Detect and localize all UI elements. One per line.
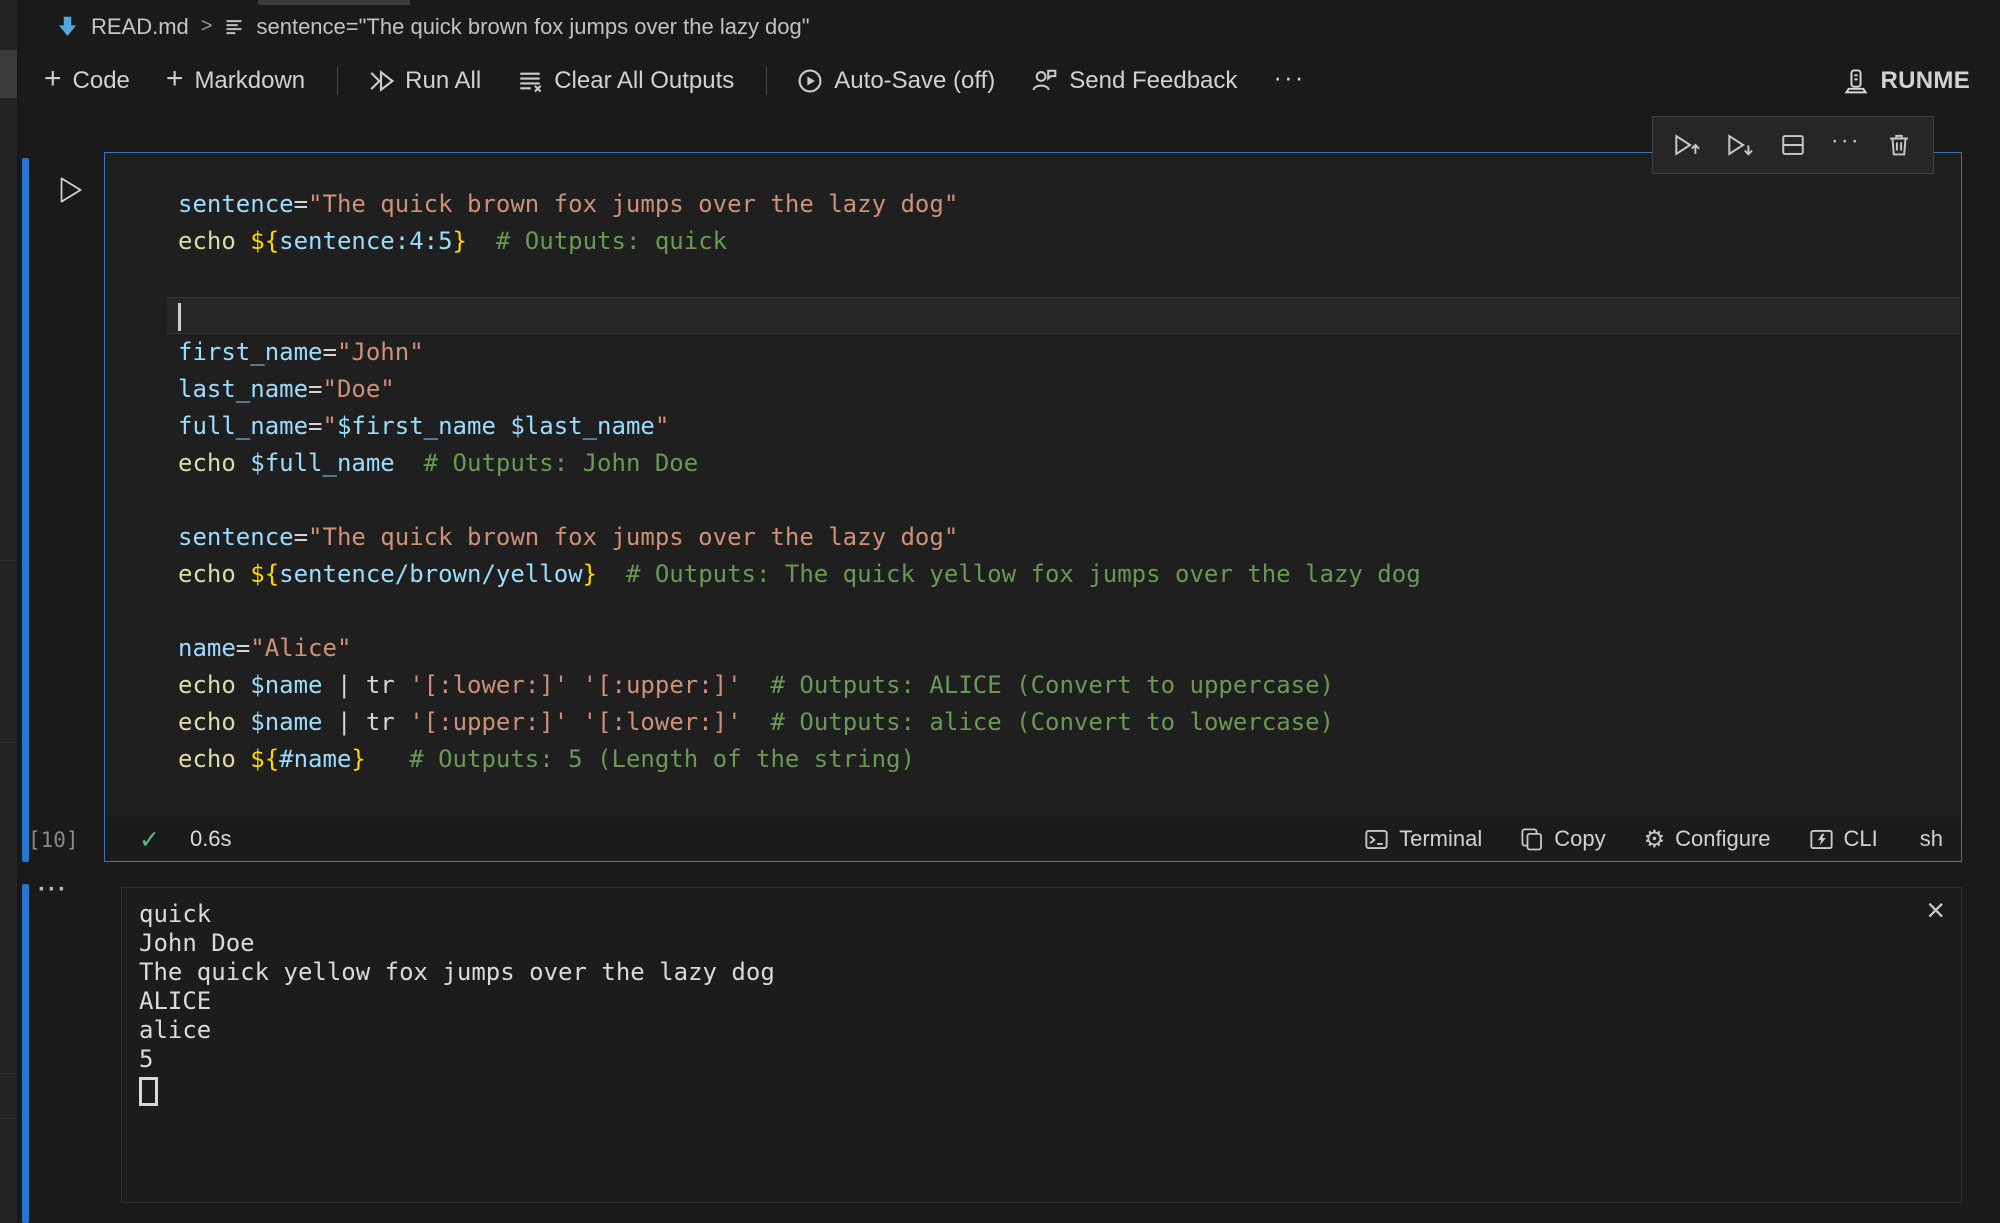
language-picker[interactable]: sh bbox=[1920, 826, 1943, 852]
cli-button[interactable]: CLI bbox=[1809, 826, 1878, 852]
cli-label: CLI bbox=[1844, 826, 1878, 852]
close-output-button[interactable]: × bbox=[1926, 894, 1945, 926]
execution-count: [10] bbox=[28, 828, 79, 852]
symbol-list-icon bbox=[224, 17, 244, 37]
copy-icon bbox=[1520, 827, 1544, 851]
toolbar-divider bbox=[766, 67, 767, 95]
run-all-icon bbox=[368, 68, 394, 94]
runme-logo-icon bbox=[1843, 68, 1869, 94]
configure-button[interactable]: ⚙ Configure bbox=[1644, 826, 1771, 852]
plus-icon: + bbox=[44, 64, 62, 94]
execute-above-button[interactable] bbox=[1667, 125, 1707, 165]
clear-outputs-icon bbox=[517, 68, 543, 94]
cell-status-bar: ✓ 0.6s Terminal bbox=[105, 817, 1961, 861]
auto-save-label: Auto-Save (off) bbox=[834, 67, 995, 95]
breadcrumb-separator: > bbox=[201, 15, 213, 38]
copy-button[interactable]: Copy bbox=[1520, 826, 1605, 852]
markdown-file-icon bbox=[56, 15, 79, 38]
output-line: ALICE bbox=[139, 987, 1961, 1016]
runme-notebook-window: READ.md > sentence="The quick brown fox … bbox=[0, 0, 2000, 1223]
execute-below-button[interactable] bbox=[1720, 125, 1760, 165]
add-code-cell-button[interactable]: + Code bbox=[44, 67, 130, 95]
configure-label: Configure bbox=[1675, 826, 1770, 852]
send-feedback-button[interactable]: Send Feedback bbox=[1031, 67, 1237, 95]
run-cell-button[interactable] bbox=[52, 172, 88, 208]
auto-save-icon bbox=[797, 68, 823, 94]
code-line[interactable]: full_name="$first_name $last_name" bbox=[167, 408, 1960, 445]
code-line[interactable]: name="Alice" bbox=[167, 630, 1960, 667]
code-line[interactable]: echo ${sentence:4:5} # Outputs: quick bbox=[167, 223, 1960, 260]
code-line[interactable]: echo $full_name # Outputs: John Doe bbox=[167, 445, 1960, 482]
left-gutter-strip bbox=[0, 0, 18, 1223]
clear-all-outputs-button[interactable]: Clear All Outputs bbox=[517, 67, 734, 95]
copy-label: Copy bbox=[1554, 826, 1605, 852]
code-line[interactable]: echo ${#name} # Outputs: 5 (Length of th… bbox=[167, 741, 1960, 778]
output-focus-bar bbox=[22, 884, 29, 1223]
code-editor[interactable]: sentence="The quick brown fox jumps over… bbox=[167, 153, 1960, 778]
gear-icon: ⚙ bbox=[1644, 827, 1666, 851]
toolbar-more-actions-button[interactable]: ··· bbox=[1273, 62, 1305, 93]
run-all-button[interactable]: Run All bbox=[368, 67, 481, 95]
code-line[interactable]: sentence="The quick brown fox jumps over… bbox=[167, 186, 1960, 223]
output-line: John Doe bbox=[139, 929, 1961, 958]
terminal-icon bbox=[1364, 827, 1389, 852]
auto-save-toggle[interactable]: Auto-Save (off) bbox=[797, 67, 995, 95]
breadcrumb-file-label: READ.md bbox=[91, 14, 189, 40]
terminal-label: Terminal bbox=[1399, 826, 1482, 852]
breadcrumb-symbol-label: sentence="The quick brown fox jumps over… bbox=[256, 14, 809, 40]
terminal-cursor bbox=[139, 1077, 158, 1106]
code-line[interactable]: echo $name | tr '[:upper:]' '[:lower:]' … bbox=[167, 704, 1960, 741]
status-actions: Terminal Copy ⚙ Configure bbox=[1364, 826, 1943, 852]
clear-outputs-label: Clear All Outputs bbox=[554, 67, 734, 95]
feedback-person-icon bbox=[1031, 67, 1058, 94]
breadcrumb-symbol[interactable]: sentence="The quick brown fox jumps over… bbox=[224, 14, 809, 40]
split-cell-button[interactable] bbox=[1773, 125, 1813, 165]
output-options-button[interactable]: ··· bbox=[38, 878, 68, 902]
cell-output: quickJohn DoeThe quick yellow fox jumps … bbox=[121, 887, 1962, 1203]
output-line: quick bbox=[139, 900, 1961, 929]
code-line[interactable] bbox=[167, 260, 1960, 297]
send-feedback-label: Send Feedback bbox=[1069, 67, 1237, 95]
toolbar-divider bbox=[337, 67, 338, 95]
cell-focus-bar bbox=[22, 158, 29, 862]
cell-hover-toolbar: ··· bbox=[1652, 116, 1934, 174]
code-line[interactable]: echo ${sentence/brown/yellow} # Outputs:… bbox=[167, 556, 1960, 593]
cli-icon bbox=[1809, 827, 1834, 852]
execution-duration: 0.6s bbox=[190, 826, 232, 852]
gutter-divider bbox=[0, 1118, 17, 1119]
code-line[interactable]: sentence="The quick brown fox jumps over… bbox=[167, 519, 1960, 556]
text-cursor bbox=[178, 303, 181, 331]
gutter-divider bbox=[0, 560, 17, 561]
output-line: alice bbox=[139, 1016, 1961, 1045]
terminal-button[interactable]: Terminal bbox=[1364, 826, 1482, 852]
code-cell: sentence="The quick brown fox jumps over… bbox=[104, 152, 1962, 862]
add-markdown-label: Markdown bbox=[194, 67, 305, 95]
output-line: The quick yellow fox jumps over the lazy… bbox=[139, 958, 1961, 987]
code-line[interactable]: echo $name | tr '[:lower:]' '[:upper:]' … bbox=[167, 667, 1960, 704]
runme-extension-button[interactable]: RUNME bbox=[1843, 67, 2000, 95]
breadcrumb: READ.md > sentence="The quick brown fox … bbox=[18, 0, 2000, 53]
add-code-label: Code bbox=[73, 67, 130, 95]
code-line[interactable] bbox=[167, 297, 1960, 334]
cell-more-actions-button[interactable]: ··· bbox=[1826, 121, 1866, 161]
delete-cell-button[interactable] bbox=[1879, 125, 1919, 165]
output-line: 5 bbox=[139, 1045, 1961, 1074]
breadcrumb-file[interactable]: READ.md bbox=[56, 14, 189, 40]
gutter-divider bbox=[0, 1073, 17, 1074]
code-line[interactable] bbox=[167, 482, 1960, 519]
run-all-label: Run All bbox=[405, 67, 481, 95]
output-text: quickJohn DoeThe quick yellow fox jumps … bbox=[122, 888, 1961, 1106]
success-check-icon: ✓ bbox=[139, 825, 160, 854]
code-line[interactable]: last_name="Doe" bbox=[167, 371, 1960, 408]
code-line[interactable] bbox=[167, 593, 1960, 630]
notebook-toolbar: + Code + Markdown Run All Clear All Outp… bbox=[18, 53, 2000, 108]
gutter-divider bbox=[0, 742, 17, 743]
plus-icon: + bbox=[166, 64, 184, 94]
gutter-scrollbar-thumb[interactable] bbox=[0, 50, 17, 98]
code-line[interactable]: first_name="John" bbox=[167, 334, 1960, 371]
runme-label: RUNME bbox=[1881, 67, 1971, 95]
add-markdown-cell-button[interactable]: + Markdown bbox=[166, 67, 305, 95]
